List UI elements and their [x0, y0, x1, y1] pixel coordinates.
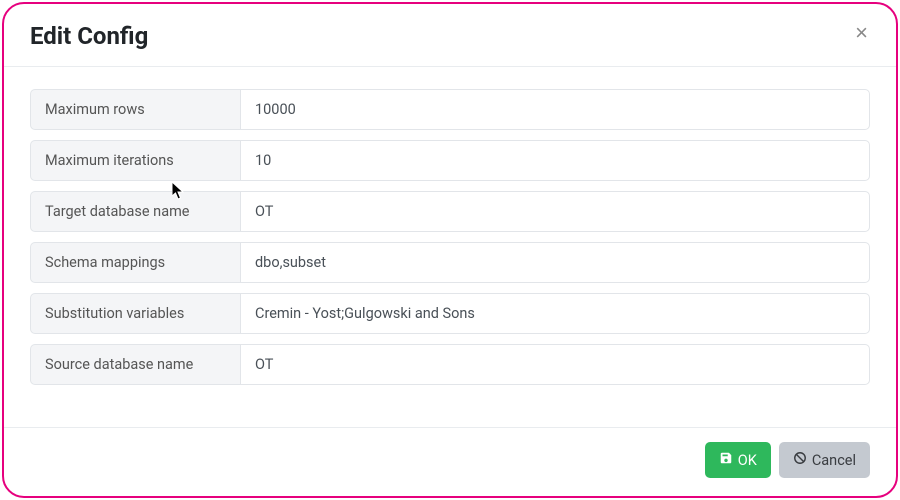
maximum-rows-input[interactable]: [240, 89, 870, 130]
field-target-database-name: Target database name: [30, 191, 870, 232]
close-button[interactable]: ×: [853, 22, 870, 44]
close-icon: ×: [855, 22, 868, 44]
field-label: Target database name: [30, 191, 240, 232]
field-label: Substitution variables: [30, 293, 240, 334]
field-substitution-variables: Substitution variables: [30, 293, 870, 334]
modal-header: Edit Config ×: [2, 2, 898, 67]
field-source-database-name: Source database name: [30, 344, 870, 385]
field-label: Schema mappings: [30, 242, 240, 283]
field-maximum-iterations: Maximum iterations: [30, 140, 870, 181]
field-label: Source database name: [30, 344, 240, 385]
ban-icon: [793, 451, 807, 469]
cancel-button[interactable]: Cancel: [779, 442, 870, 478]
field-label: Maximum rows: [30, 89, 240, 130]
modal-body: Maximum rows Maximum iterations Target d…: [2, 67, 898, 427]
schema-mappings-input[interactable]: [240, 242, 870, 283]
modal-title: Edit Config: [30, 22, 148, 50]
save-icon: [719, 451, 733, 469]
maximum-iterations-input[interactable]: [240, 140, 870, 181]
field-maximum-rows: Maximum rows: [30, 89, 870, 130]
cancel-button-label: Cancel: [812, 452, 856, 469]
field-schema-mappings: Schema mappings: [30, 242, 870, 283]
edit-config-modal: Edit Config × Maximum rows Maximum itera…: [2, 2, 898, 498]
field-label: Maximum iterations: [30, 140, 240, 181]
modal-footer: OK Cancel: [2, 427, 898, 498]
ok-button[interactable]: OK: [705, 442, 771, 478]
source-database-name-input[interactable]: [240, 344, 870, 385]
target-database-name-input[interactable]: [240, 191, 870, 232]
substitution-variables-input[interactable]: [240, 293, 870, 334]
ok-button-label: OK: [738, 452, 757, 469]
